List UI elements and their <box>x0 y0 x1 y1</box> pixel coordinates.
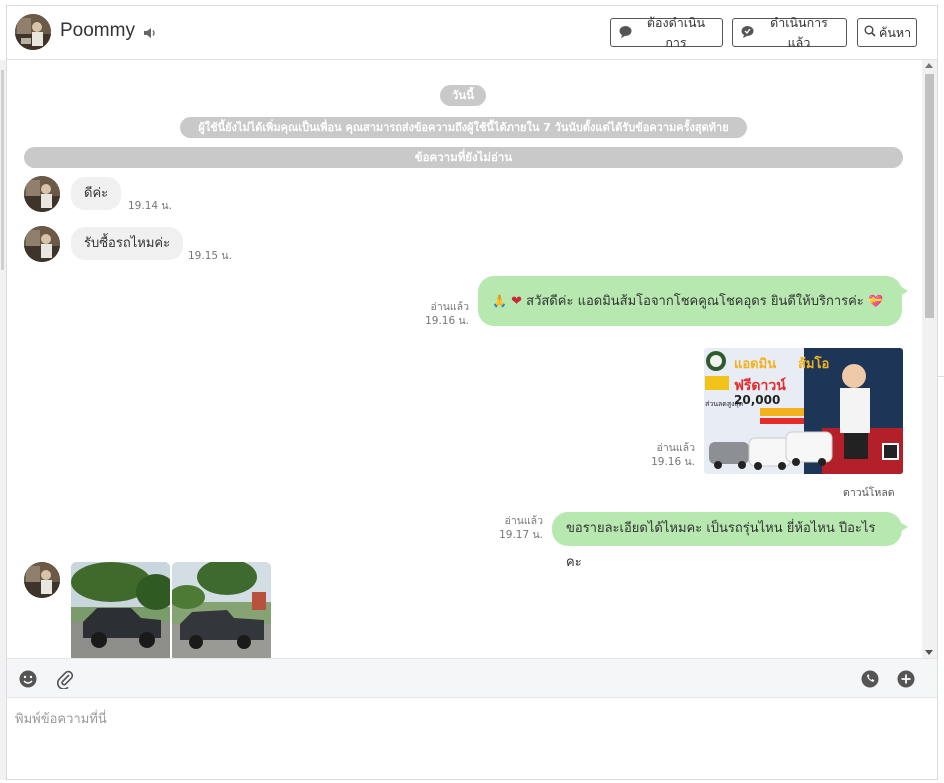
sticker-icon[interactable] <box>859 668 881 690</box>
message-list[interactable]: วันนี้ ผู้ใช้นี้ยังไม่ได้เพิ่มคุณเป็นเพื… <box>7 60 922 658</box>
message-time: 19.17 น. <box>499 529 543 541</box>
contact-name: Poommy <box>60 20 135 41</box>
todo-button[interactable]: ต้องดำเนินการ <box>610 15 723 50</box>
day-separator: วันนี้ <box>440 85 486 106</box>
read-label: อ่านแล้ว <box>656 442 695 454</box>
emoji-icon[interactable] <box>17 668 39 690</box>
read-label: อ่านแล้ว <box>504 515 543 527</box>
car-photo[interactable] <box>71 562 170 658</box>
search-icon <box>864 25 876 40</box>
message-time: 19.16 น. <box>651 456 695 468</box>
add-icon[interactable] <box>895 668 917 690</box>
scroll-up-icon[interactable] <box>925 63 933 68</box>
read-receipt: อ่านแล้ว 19.17 น. <box>491 514 543 542</box>
chat-scrollbar[interactable] <box>922 60 937 658</box>
outgoing-message-text: สวัสดีค่ะ แอดมินส้มโอจากโชคคูณโชคอุดร ยิ… <box>526 294 864 309</box>
chat-window: Poommy ต้องดำเนินการ ดำเนินการแล้ว ค้นหา… <box>6 5 938 780</box>
message-time: 19.14 น. <box>128 200 172 212</box>
read-label: อ่านแล้ว <box>430 301 469 313</box>
done-icon <box>741 25 754 41</box>
sender-avatar[interactable] <box>24 562 60 598</box>
heart-icon: ❤ <box>511 294 522 309</box>
sender-avatar[interactable] <box>24 176 60 212</box>
right-divider <box>938 376 944 377</box>
search-button[interactable]: ค้นหา <box>857 18 917 47</box>
outgoing-message[interactable]: 🙏 ❤ สวัสดีค่ะ แอดมินส้มโอจากโชคคูณโชคอุด… <box>478 276 908 326</box>
read-receipt: อ่านแล้ว 19.16 น. <box>417 300 469 328</box>
sticker-emoji-icon: 💝 <box>867 294 883 308</box>
incoming-message[interactable]: รับซื้อรถไหมค่ะ <box>71 227 184 260</box>
incoming-message[interactable]: ดีค่ะ <box>71 177 122 210</box>
promo-admin-text: แอดมิน <box>734 357 776 372</box>
contact-avatar[interactable] <box>15 14 51 50</box>
outgoing-message[interactable]: ขอรายละเอียดได้ไหมคะ เป็นรถรุ่นไหน ยี่ห้… <box>552 512 908 570</box>
todo-icon <box>619 25 632 41</box>
composer-toolbar <box>7 658 937 698</box>
car-photo[interactable] <box>172 562 271 658</box>
promo-name-text: ส้มโอ <box>798 355 829 372</box>
message-time: 19.16 น. <box>425 315 469 327</box>
attachment-icon[interactable] <box>54 668 76 690</box>
friend-notice: ผู้ใช้นี้ยังไม่ได้เพิ่มคุณเป็นเพื่อน คุณ… <box>180 117 747 138</box>
left-panel-handle[interactable] <box>1 70 4 270</box>
promo-discount-text: 20,000 <box>734 393 780 407</box>
composer-input-area <box>7 698 937 779</box>
search-button-label: ค้นหา <box>879 24 912 40</box>
todo-button-label: ต้องดำเนินการ <box>646 14 706 50</box>
message-time: 19.15 น. <box>188 250 232 262</box>
chat-header: Poommy ต้องดำเนินการ ดำเนินการแล้ว ค้นหา <box>7 6 937 60</box>
done-button-label: ดำเนินการแล้ว <box>770 14 828 50</box>
read-receipt: อ่านแล้ว 19.16 น. <box>643 441 695 469</box>
unread-separator: ข้อความที่ยังไม่อ่าน <box>24 147 903 168</box>
promo-free-down-text: ฟรีดาวน์ <box>734 377 786 394</box>
promo-image[interactable]: แอดมิน ส้มโอ ฟรีดาวน์ ส่วนลดสูงสุด 20,00… <box>704 348 903 474</box>
download-link[interactable]: ดาวน์โหลด <box>843 484 895 501</box>
speaker-icon[interactable] <box>143 25 158 44</box>
done-button[interactable]: ดำเนินการแล้ว <box>732 15 847 50</box>
scroll-down-icon[interactable] <box>925 650 933 655</box>
sender-avatar[interactable] <box>24 226 60 262</box>
scrollbar-thumb[interactable] <box>925 74 934 318</box>
message-input[interactable] <box>15 708 915 768</box>
emoji-icon: 🙏 <box>492 294 507 308</box>
